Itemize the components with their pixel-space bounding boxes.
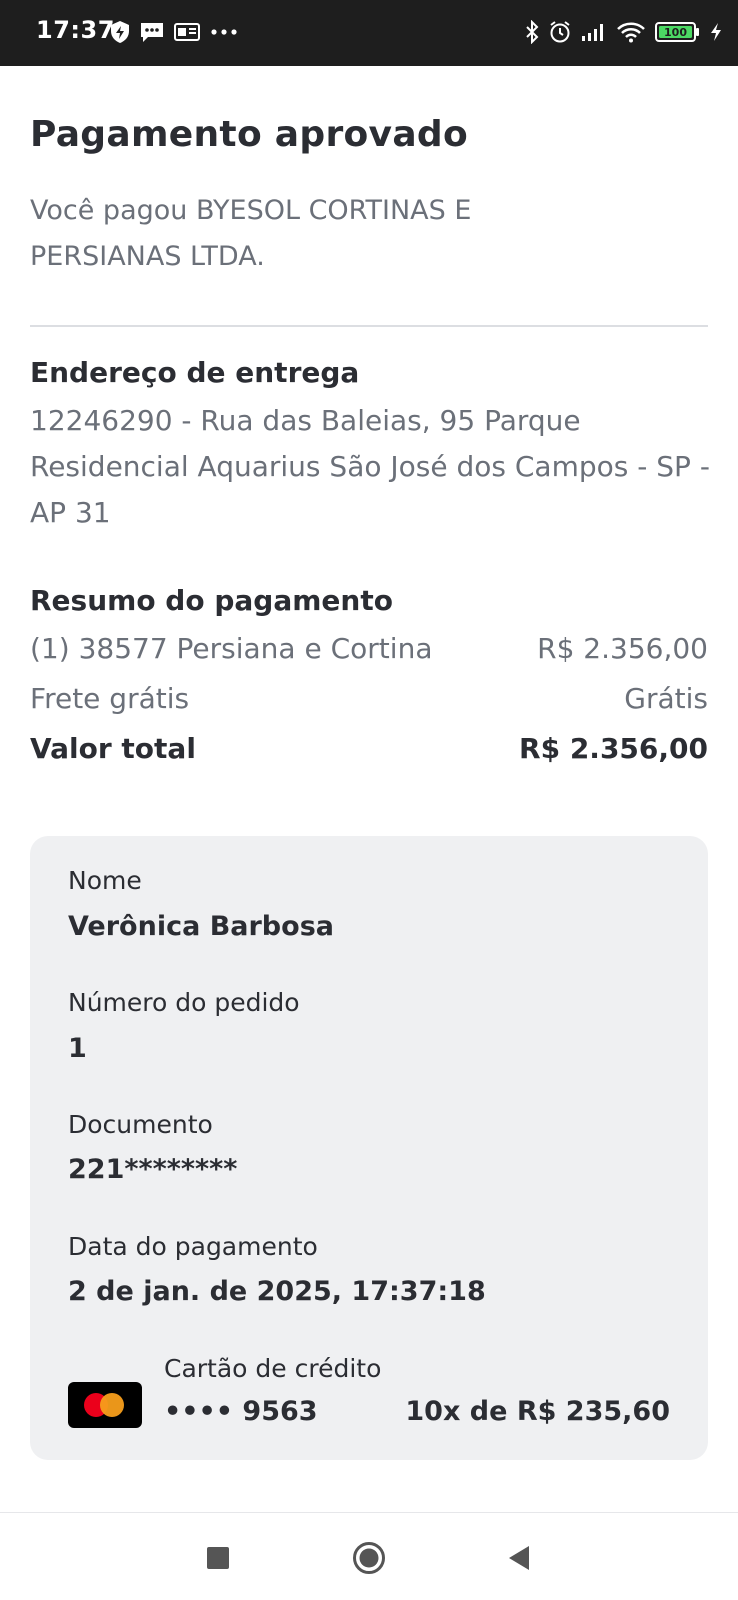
bluetooth-icon	[525, 20, 539, 44]
date-label: Data do pagamento	[68, 1232, 318, 1261]
signal-icon	[581, 22, 607, 42]
card-number: •••• 9563	[164, 1396, 318, 1427]
name-value: Verônica Barbosa	[68, 911, 334, 942]
card-type: Cartão de crédito	[164, 1354, 382, 1383]
sim-icon	[174, 21, 200, 43]
wifi-icon	[616, 21, 646, 43]
home-button[interactable]	[352, 1541, 386, 1575]
name-label: Nome	[68, 866, 142, 895]
chat-icon	[140, 21, 164, 43]
summary-title: Resumo do pagamento	[30, 584, 393, 617]
shipping-value: Grátis	[624, 682, 708, 715]
installments: 10x de R$ 235,60	[405, 1396, 670, 1427]
payment-details-card: Nome Verônica Barbosa Número do pedido 1…	[30, 836, 708, 1460]
address-title: Endereço de entrega	[30, 356, 360, 389]
more-icon	[210, 28, 238, 36]
status-right-icons: 100	[525, 16, 722, 48]
recents-button[interactable]	[201, 1541, 235, 1575]
order-label: Número do pedido	[68, 988, 300, 1017]
total-label: Valor total	[30, 732, 196, 765]
summary-item-value: R$ 2.356,00	[537, 632, 708, 665]
summary-item-row: (1) 38577 Persiana e Cortina R$ 2.356,00	[30, 632, 708, 665]
battery-level: 100	[664, 26, 687, 39]
order-value: 1	[68, 1033, 87, 1064]
recents-icon	[207, 1547, 229, 1569]
alarm-icon	[548, 20, 572, 44]
shipping-row: Frete grátis Grátis	[30, 682, 708, 715]
page-title: Pagamento aprovado	[30, 114, 469, 155]
back-button[interactable]	[502, 1541, 536, 1575]
charging-icon	[710, 22, 722, 42]
payment-subtitle: Você pagou BYESOL CORTINAS E PERSIANAS L…	[30, 195, 472, 272]
payment-receipt: Pagamento aprovado Você pagou BYESOL COR…	[0, 66, 738, 1512]
status-left-icons	[110, 18, 238, 46]
status-bar: 17:37 100	[0, 0, 738, 66]
mastercard-icon	[68, 1382, 142, 1428]
date-value: 2 de jan. de 2025, 17:37:18	[68, 1276, 486, 1307]
address-text: 12246290 - Rua das Baleias, 95 Parque Re…	[30, 404, 710, 529]
summary-item-label: (1) 38577 Persiana e Cortina	[30, 632, 433, 665]
document-label: Documento	[68, 1110, 213, 1139]
total-value: R$ 2.356,00	[519, 732, 708, 765]
home-icon	[353, 1542, 385, 1574]
shield-icon	[110, 20, 130, 44]
back-icon	[509, 1546, 529, 1570]
divider	[30, 325, 708, 327]
document-value: 221********	[68, 1154, 238, 1185]
navigation-bar	[0, 1512, 738, 1600]
battery-icon: 100	[655, 21, 701, 43]
status-time: 17:37	[36, 16, 115, 44]
total-row: Valor total R$ 2.356,00	[30, 732, 708, 765]
shipping-label: Frete grátis	[30, 682, 190, 715]
